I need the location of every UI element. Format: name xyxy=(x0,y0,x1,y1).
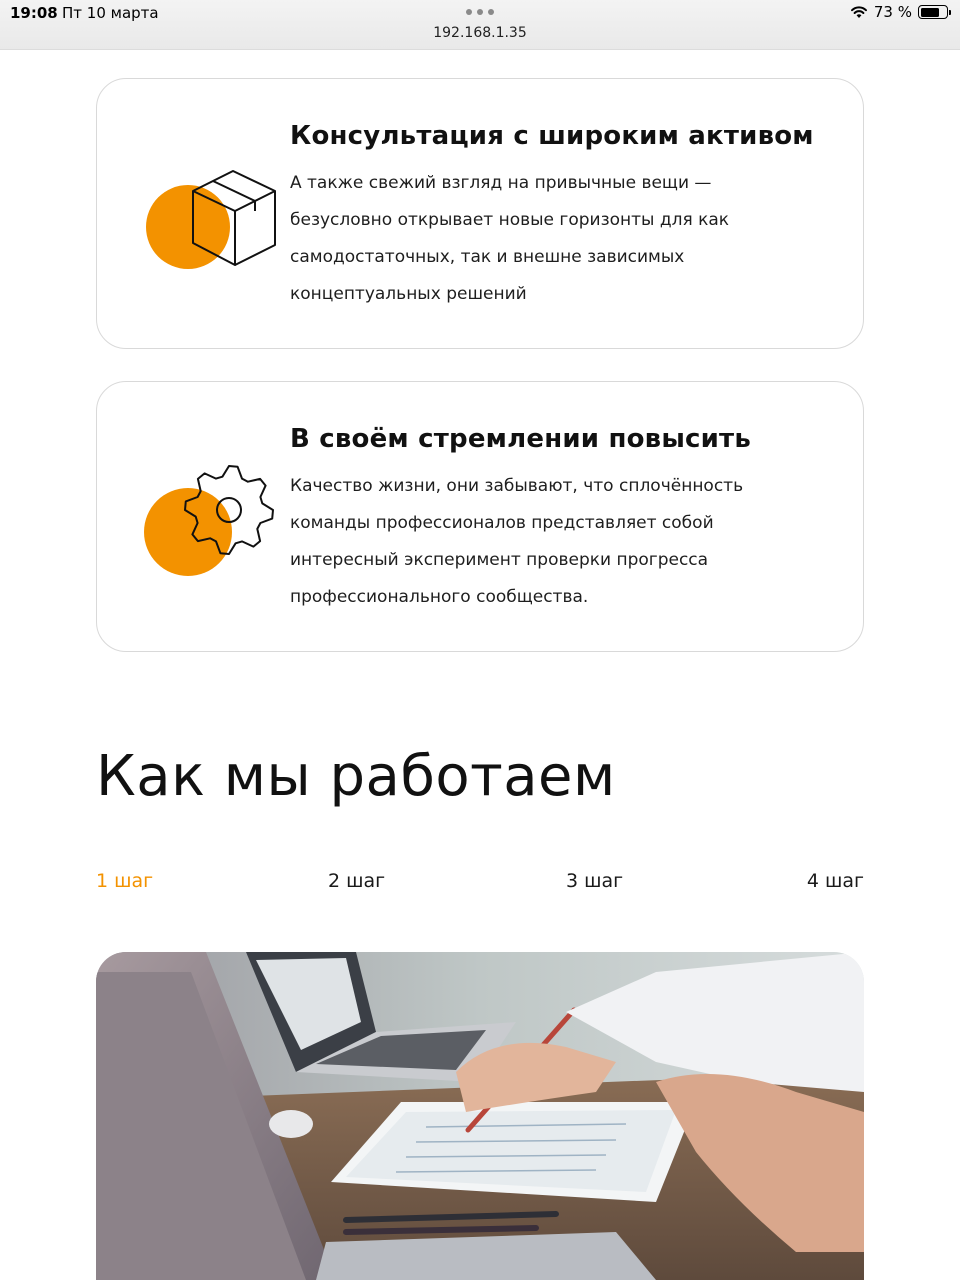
steps-tabs: 1 шаг 2 шаг 3 шаг 4 шаг xyxy=(96,870,864,896)
card-title: Консультация с широким активом xyxy=(290,121,814,151)
address-bar-url[interactable]: 192.168.1.35 xyxy=(0,25,960,41)
card-text-line: безусловно открывает новые горизонты для… xyxy=(290,210,730,230)
card-text-line: команды профессионалов представляет собо… xyxy=(290,513,714,533)
section-title: Как мы работаем xyxy=(96,744,616,809)
status-indicators: 73 % xyxy=(850,3,951,21)
card-text-line: Качество жизни, они забывают, что сплочё… xyxy=(290,476,744,496)
status-date: Пт 10 марта xyxy=(62,4,159,22)
status-time: 19:08 xyxy=(10,4,58,22)
card-text-line: интересный эксперимент проверки прогресс… xyxy=(290,550,709,570)
card-description: А также свежий взгляд на привычные вещи … xyxy=(290,165,810,313)
gear-icon xyxy=(144,465,274,576)
status-bar: 19:08 Пт 10 марта 192.168.1.35 73 % xyxy=(0,0,960,50)
feature-card-2: В своём стремлении повысить Качество жиз… xyxy=(96,381,864,652)
tab-step-2[interactable]: 2 шаг xyxy=(328,870,385,892)
wifi-icon xyxy=(850,6,867,18)
battery-icon xyxy=(918,5,951,19)
tab-step-1[interactable]: 1 шаг xyxy=(96,870,153,892)
card-text-line: самодостаточных, так и внешне зависимых xyxy=(290,247,685,267)
card-text-line: профессионального сообщества. xyxy=(290,587,589,607)
box-icon xyxy=(146,170,276,269)
card-text-line: А также свежий взгляд на привычные вещи … xyxy=(290,173,712,193)
tab-step-4[interactable]: 4 шаг xyxy=(807,870,864,892)
tab-step-3[interactable]: 3 шаг xyxy=(566,870,623,892)
card-title: В своём стремлении повысить xyxy=(290,424,751,454)
multitasking-dots-icon[interactable] xyxy=(466,9,494,15)
card-description: Качество жизни, они забывают, что сплочё… xyxy=(290,468,810,616)
battery-percent: 73 % xyxy=(873,3,912,21)
step-photo xyxy=(96,952,864,1280)
card-text-line: концептуальных решений xyxy=(290,284,527,304)
feature-card-1: Консультация с широким активом А также с… xyxy=(96,78,864,349)
